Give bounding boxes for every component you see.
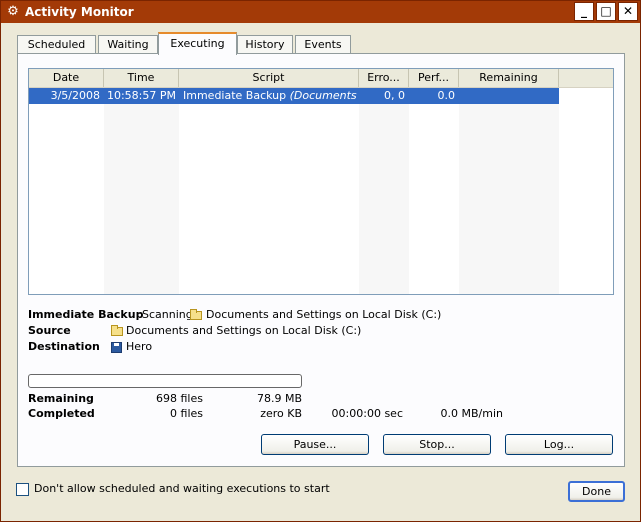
transfer-rate: 0.0 MB/min — [440, 407, 503, 420]
column-remaining[interactable]: Remaining — [459, 69, 559, 87]
minimize-button[interactable]: _ — [574, 2, 594, 21]
maximize-button[interactable]: □ — [596, 2, 616, 21]
tab-events[interactable]: Events — [295, 35, 351, 54]
block-executions-label[interactable]: Don't allow scheduled and waiting execut… — [34, 482, 330, 495]
cell-script: Immediate Backup (Documents and S — [183, 88, 357, 104]
completed-size: zero KB — [260, 407, 302, 420]
column-date[interactable]: Date — [29, 69, 104, 87]
pause-button[interactable]: Pause... — [261, 434, 369, 455]
column-performance[interactable]: Perf... — [409, 69, 459, 87]
task-label: Immediate Backup — [28, 308, 144, 321]
gear-icon: ⚙ — [7, 4, 19, 19]
folder-icon — [190, 309, 202, 320]
remaining-files: 698 files — [156, 392, 203, 405]
column-script[interactable]: Script — [179, 69, 359, 87]
disk-icon — [111, 342, 122, 353]
task-path: Documents and Settings on Local Disk (C:… — [206, 308, 442, 321]
script-detail: (Documents and S — [289, 89, 357, 102]
tab-history[interactable]: History — [237, 35, 293, 54]
cell-date: 3/5/2008 — [50, 89, 100, 102]
tab-scheduled[interactable]: Scheduled — [17, 35, 96, 54]
destination-value: Hero — [126, 340, 153, 353]
done-button[interactable]: Done — [568, 481, 625, 502]
executions-table[interactable]: Date Time Script Erro... Perf... Remaini… — [28, 68, 614, 295]
folder-icon — [111, 325, 123, 336]
task-action: Scanning — [142, 308, 193, 321]
script-name: Immediate Backup — [183, 89, 287, 102]
remaining-label: Remaining — [28, 392, 94, 405]
cell-performance: 0.0 — [437, 89, 456, 102]
block-executions-checkbox[interactable] — [16, 483, 29, 496]
remaining-size: 78.9 MB — [256, 392, 302, 405]
column-time[interactable]: Time — [104, 69, 179, 87]
cell-remaining — [459, 88, 555, 104]
completed-label: Completed — [28, 407, 95, 420]
column-stripe — [104, 88, 179, 294]
window-title: Activity Monitor — [25, 5, 134, 19]
table-row[interactable]: 3/5/2008 10:58:57 PM Immediate Backup (D… — [29, 88, 559, 104]
log-button[interactable]: Log... — [505, 434, 613, 455]
activity-monitor-window: ⚙ Activity Monitor _ □ ✕ Scheduled Waiti… — [0, 0, 641, 522]
column-stripe — [359, 88, 409, 294]
close-button[interactable]: ✕ — [618, 2, 638, 21]
progress-bar — [28, 374, 302, 388]
tab-waiting[interactable]: Waiting — [98, 35, 158, 54]
elapsed-time: 00:00:00 sec — [331, 407, 403, 420]
source-path: Documents and Settings on Local Disk (C:… — [126, 324, 362, 337]
destination-label: Destination — [28, 340, 100, 353]
cell-time: 10:58:57 PM — [106, 89, 176, 102]
source-label: Source — [28, 324, 71, 337]
title-bar[interactable]: ⚙ Activity Monitor _ □ ✕ — [1, 1, 640, 23]
cell-errors: 0, 0 — [384, 89, 405, 102]
stop-button[interactable]: Stop... — [383, 434, 491, 455]
table-header: Date Time Script Erro... Perf... Remaini… — [29, 69, 613, 88]
tab-executing[interactable]: Executing — [158, 32, 237, 55]
column-errors[interactable]: Erro... — [359, 69, 409, 87]
column-stripe — [459, 88, 559, 294]
completed-files: 0 files — [170, 407, 203, 420]
